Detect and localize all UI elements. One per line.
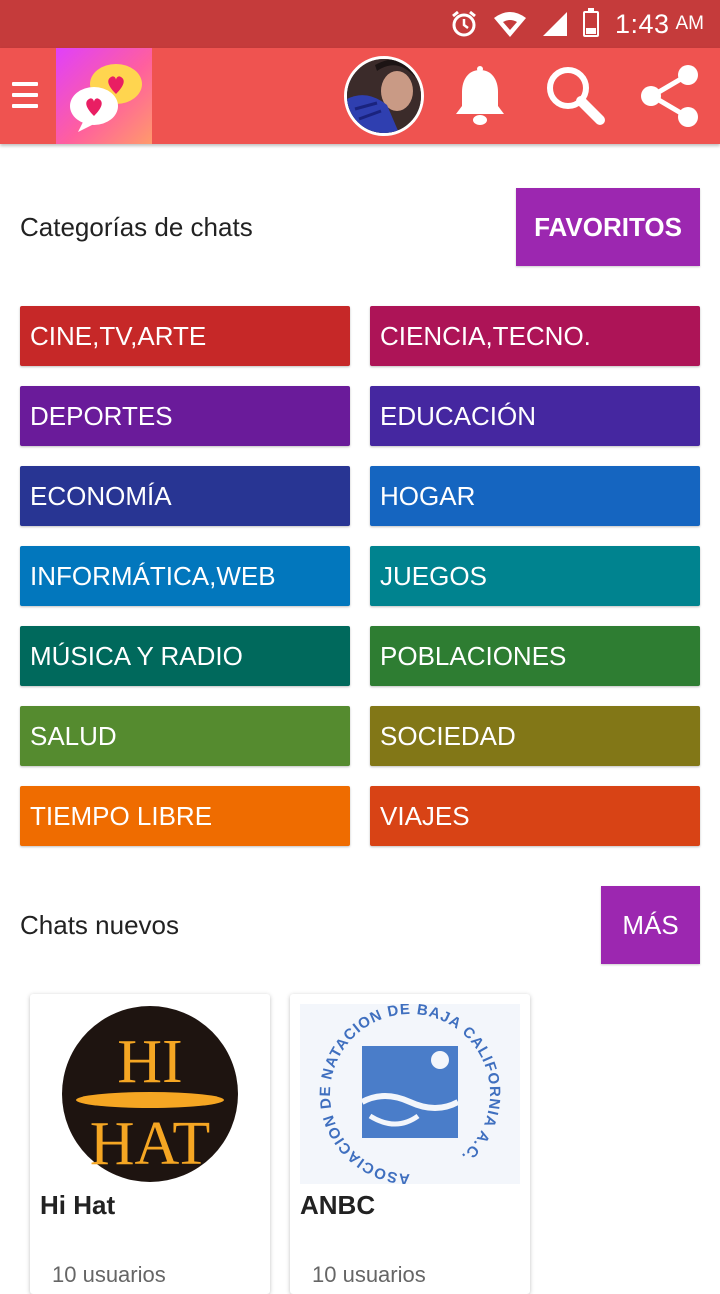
user-avatar[interactable]: [344, 56, 424, 136]
category-button[interactable]: VIAJES: [370, 786, 700, 846]
chat-card-name: ANBC: [300, 1190, 376, 1220]
category-button[interactable]: JUEGOS: [370, 546, 700, 606]
category-grid: CINE,TV,ARTE CIENCIA,TECNO. DEPORTES EDUCAC…: [20, 306, 700, 846]
category-button[interactable]: SALUD: [20, 706, 350, 766]
category-button[interactable]: TIEMPO LIBRE: [20, 786, 350, 846]
chat-card-hi-hat[interactable]: HI HAT Hi Hat 10 usuarios: [30, 994, 270, 1294]
battery-icon: 19: [582, 8, 599, 37]
categories-title: Categorías de chats: [20, 211, 253, 242]
svg-text:HI: HI: [117, 1028, 182, 1096]
status-bar: 19 1:43 AM: [0, 0, 720, 48]
chat-hearts-logo[interactable]: [56, 48, 152, 144]
category-button[interactable]: CINE,TV,ARTE: [20, 306, 350, 366]
category-button[interactable]: MÚSICA Y RADIO: [20, 626, 350, 686]
more-button[interactable]: MÁS: [601, 886, 700, 964]
category-button[interactable]: ECONOMÍA: [20, 466, 350, 526]
new-chats-list: HI HAT Hi Hat 10 usuarios ASOCIACION DE …: [30, 994, 530, 1294]
chat-hearts-icon: [70, 64, 142, 132]
new-chats-title: Chats nuevos: [20, 909, 179, 940]
category-button[interactable]: HOGAR: [370, 466, 700, 526]
favorites-button[interactable]: FAVORITOS: [516, 188, 700, 266]
clock-time: 1:43: [614, 8, 670, 39]
category-button[interactable]: CIENCIA,TECNO.: [370, 306, 700, 366]
hi-hat-logo: HI HAT: [40, 1004, 260, 1184]
new-chats-header: Chats nuevos MÁS: [20, 886, 700, 964]
hamburger-menu-icon[interactable]: [12, 78, 42, 114]
alarm-icon: [452, 10, 476, 37]
category-button[interactable]: SOCIEDAD: [370, 706, 700, 766]
anbc-logo: ASOCIACION DE NATACION DE BAJA CALIFORNI…: [300, 1004, 520, 1184]
category-button[interactable]: POBLACIONES: [370, 626, 700, 686]
signal-icon: [542, 12, 567, 36]
chat-card-meta: 10 usuarios: [52, 1262, 166, 1287]
search-icon[interactable]: [540, 62, 608, 130]
app-toolbar: [0, 48, 720, 144]
category-button[interactable]: EDUCACIÓN: [370, 386, 700, 446]
chat-card-name: Hi Hat: [40, 1190, 116, 1220]
chat-card-anbc[interactable]: ASOCIACION DE NATACION DE BAJA CALIFORNI…: [290, 994, 530, 1294]
chat-card-meta: 10 usuarios: [312, 1262, 426, 1287]
bell-icon[interactable]: [446, 62, 514, 130]
category-button[interactable]: INFORMÁTICA,WEB: [20, 546, 350, 606]
svg-text:HAT: HAT: [90, 1110, 211, 1178]
categories-header: Categorías de chats FAVORITOS: [20, 188, 700, 266]
avatar-photo: [347, 59, 421, 133]
share-icon[interactable]: [636, 62, 704, 130]
wifi-icon: [493, 12, 526, 37]
clock-ampm: AM: [675, 13, 705, 34]
status-icons: 19: [449, 8, 599, 39]
category-button[interactable]: DEPORTES: [20, 386, 350, 446]
